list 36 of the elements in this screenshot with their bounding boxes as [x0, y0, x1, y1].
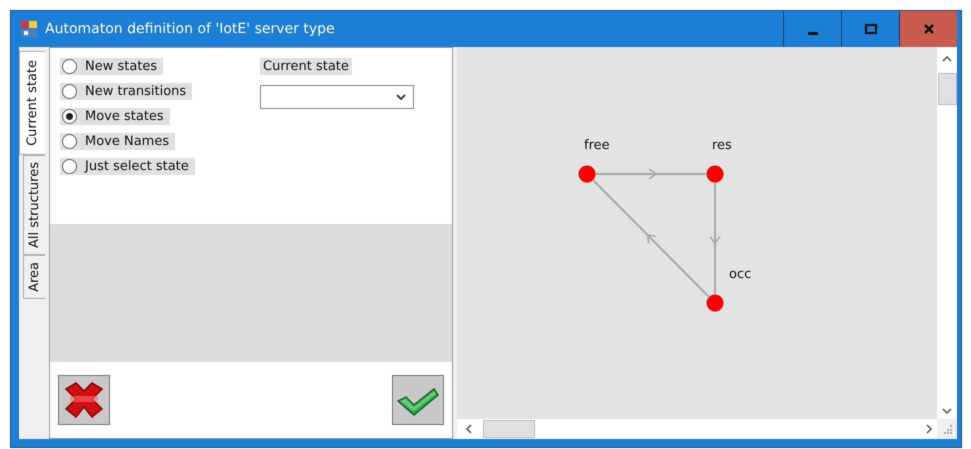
side-tab[interactable]: Current state — [19, 51, 45, 155]
radio-option[interactable]: New states — [60, 58, 164, 75]
radio-button[interactable] — [62, 59, 77, 74]
radio-option[interactable]: Move states — [60, 108, 170, 125]
x-icon — [62, 381, 106, 419]
cancel-button[interactable] — [58, 375, 110, 425]
state-node[interactable] — [578, 166, 596, 182]
state-node[interactable] — [706, 166, 724, 182]
state-label: res — [712, 138, 732, 153]
side-tab[interactable]: Area — [23, 254, 45, 299]
ok-button[interactable] — [392, 375, 444, 425]
horizontal-scrollbar[interactable] — [457, 419, 937, 439]
field-label: Current state — [260, 58, 352, 75]
radio-option[interactable]: Move Names — [60, 133, 176, 150]
radio-button[interactable] — [62, 134, 77, 149]
app-icon — [21, 21, 37, 37]
maximize-icon — [864, 22, 878, 36]
scroll-thumb[interactable] — [483, 420, 535, 438]
chevron-down-icon — [395, 93, 407, 101]
state-node[interactable] — [706, 294, 724, 312]
state-label: occ — [729, 267, 752, 282]
side-tab[interactable]: All structures — [23, 154, 45, 255]
state-dropdown[interactable] — [260, 85, 414, 109]
graph-canvas[interactable]: free res occ — [457, 47, 937, 419]
window-title: Automaton definition of 'IotE' server type — [45, 21, 336, 37]
vertical-scrollbar[interactable] — [937, 47, 957, 419]
scroll-thumb[interactable] — [938, 73, 956, 105]
radio-button[interactable] — [62, 109, 77, 124]
state-label: free — [584, 138, 610, 153]
close-icon — [922, 22, 936, 36]
radio-button[interactable] — [62, 84, 77, 99]
close-button[interactable] — [899, 11, 957, 47]
minimize-icon — [808, 32, 818, 34]
radio-option[interactable]: Just select state — [60, 158, 195, 175]
radio-button[interactable] — [62, 159, 77, 174]
radio-option[interactable]: New transitions — [60, 83, 192, 100]
